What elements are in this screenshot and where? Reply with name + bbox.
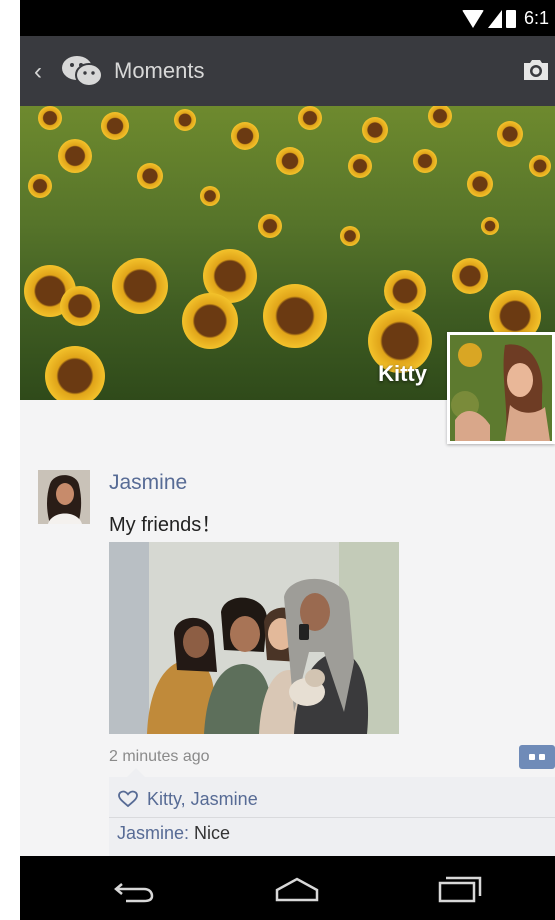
camera-icon[interactable] (521, 58, 551, 82)
wifi-icon (461, 9, 484, 28)
heart-icon (118, 790, 138, 808)
wechat-logo-icon[interactable] (60, 53, 104, 89)
navigation-bar (20, 856, 555, 920)
comment-author[interactable]: Jasmine (117, 823, 184, 843)
comment-item[interactable]: Jasmine: Nice (117, 823, 230, 844)
comment-text: Nice (189, 823, 231, 843)
nav-recents-icon[interactable] (434, 874, 484, 904)
back-chevron-icon[interactable]: ‹ (34, 58, 42, 86)
comment-icon[interactable] (519, 745, 555, 769)
likes-row: Kitty, Jasmine (117, 785, 258, 813)
divider (109, 817, 555, 818)
action-bar: ‹ Moments (20, 36, 555, 106)
status-bar: 6:1 (20, 0, 555, 36)
post-author-avatar[interactable] (38, 470, 90, 524)
group-selfie-image (109, 542, 399, 734)
avatar (38, 470, 90, 524)
interaction-box: Kitty, Jasmine Jasmine: Nice (109, 768, 555, 857)
owner-avatar-image (450, 335, 552, 441)
status-time: 6:1 (523, 8, 549, 28)
owner-avatar[interactable] (447, 332, 555, 444)
cover-owner-name[interactable]: Kitty (378, 361, 427, 387)
nav-home-icon[interactable] (272, 874, 322, 904)
likes-names[interactable]: Kitty, Jasmine (147, 789, 258, 810)
post-photo[interactable] (109, 542, 399, 734)
status-icons: 6:1 (461, 8, 549, 29)
post-text: My friends！ (109, 514, 222, 536)
signal-icon (487, 9, 502, 28)
post-timestamp: 2 minutes ago (109, 748, 210, 765)
nav-back-icon[interactable] (110, 874, 160, 904)
page-title: Moments (114, 58, 205, 83)
post-author-name[interactable]: Jasmine (109, 471, 187, 495)
screen: 6:1 ‹ Moments Kitty Jasmine My friends！ … (20, 0, 555, 920)
battery-icon (505, 9, 516, 28)
